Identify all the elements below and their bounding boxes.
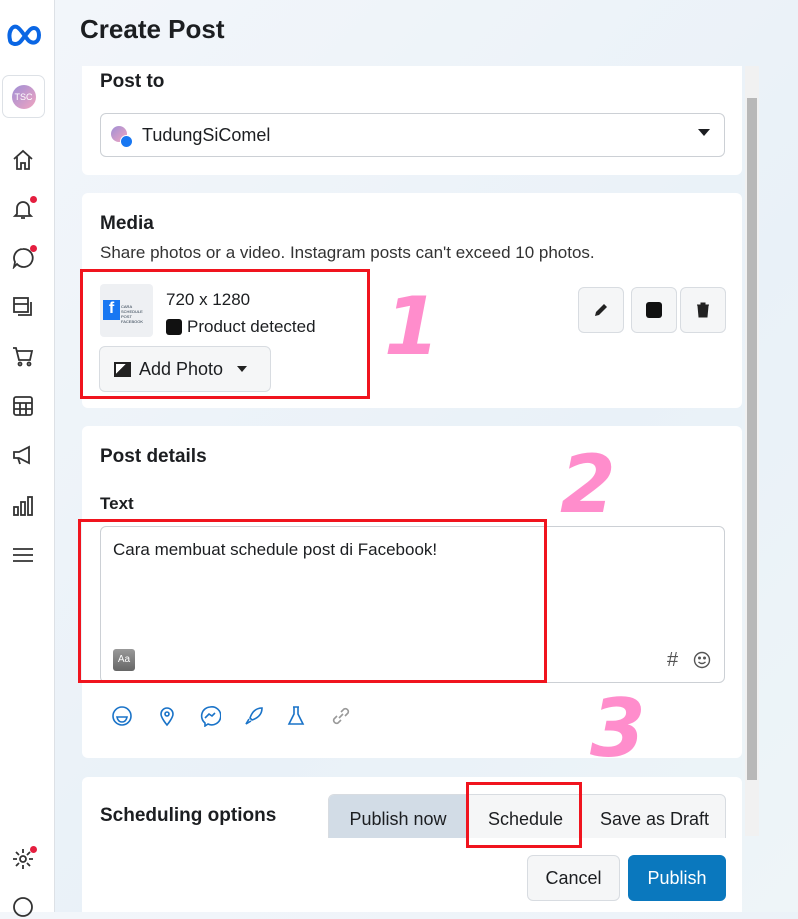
- annotation-number-2: 2: [560, 438, 616, 531]
- menu-icon[interactable]: [11, 543, 35, 567]
- scrollbar[interactable]: [745, 66, 759, 836]
- messenger-icon[interactable]: [199, 705, 221, 727]
- cancel-button[interactable]: Cancel: [527, 855, 620, 901]
- location-pin-icon[interactable]: [156, 705, 178, 727]
- option-publish-now[interactable]: Publish now: [329, 795, 467, 843]
- trash-icon: [697, 302, 709, 318]
- media-description: Share photos or a video. Instagram posts…: [100, 243, 595, 262]
- chevron-down-icon: [698, 129, 710, 136]
- planner-table-icon[interactable]: [11, 394, 35, 418]
- messages-icon[interactable]: [11, 245, 37, 270]
- product-tag-icon: [646, 302, 662, 318]
- annotation-number-1: 1: [384, 280, 440, 373]
- notifications-icon[interactable]: [11, 196, 37, 221]
- post-to-heading: Post to: [100, 71, 165, 92]
- annotation-box-media: [80, 269, 370, 399]
- shop-cart-icon[interactable]: [11, 344, 35, 368]
- test-flask-icon[interactable]: [285, 705, 307, 727]
- media-heading: Media: [100, 213, 154, 234]
- help-icon[interactable]: [11, 895, 35, 919]
- post-details-heading: Post details: [100, 446, 207, 467]
- boost-rocket-icon[interactable]: [243, 705, 265, 727]
- post-to-card: Post to TudungSiComel: [82, 66, 742, 175]
- scrollbar-thumb[interactable]: [747, 98, 757, 780]
- annotation-box-schedule: [466, 782, 582, 848]
- feeling-emoji-icon[interactable]: [111, 705, 133, 727]
- content-icon[interactable]: [11, 295, 35, 319]
- insights-chart-icon[interactable]: [11, 494, 35, 518]
- annotation-box-text: [78, 519, 547, 683]
- option-save-as-draft[interactable]: Save as Draft: [584, 795, 725, 843]
- link-icon[interactable]: [330, 705, 352, 727]
- edit-media-button[interactable]: [578, 287, 624, 333]
- avatar-image: TSC: [11, 84, 36, 109]
- settings-gear-icon[interactable]: [11, 846, 37, 871]
- text-label: Text: [100, 494, 134, 513]
- ads-megaphone-icon[interactable]: [11, 443, 35, 467]
- sidebar: TSC: [0, 0, 55, 917]
- tag-products-button[interactable]: [631, 287, 677, 333]
- account-selector[interactable]: TudungSiComel: [100, 113, 725, 157]
- emoji-icon[interactable]: [693, 651, 711, 669]
- page-title: Create Post: [80, 14, 225, 44]
- footer-bar: Cancel Publish: [82, 838, 742, 912]
- account-avatar-facebook-icon: [111, 126, 133, 148]
- scheduling-heading: Scheduling options: [100, 805, 277, 826]
- account-name: TudungSiComel: [142, 125, 271, 145]
- page-avatar[interactable]: TSC: [2, 75, 45, 118]
- publish-button[interactable]: Publish: [628, 855, 726, 901]
- annotation-number-3: 3: [590, 682, 646, 775]
- meta-logo-icon[interactable]: [6, 22, 44, 46]
- home-icon[interactable]: [11, 148, 35, 172]
- pencil-icon: [595, 304, 607, 316]
- hashtag-button[interactable]: #: [667, 649, 678, 672]
- delete-media-button[interactable]: [680, 287, 726, 333]
